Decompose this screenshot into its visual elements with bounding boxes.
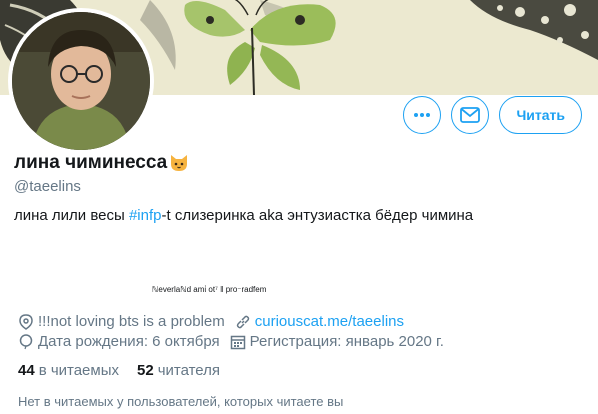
following-count: 44 (18, 362, 35, 379)
link-icon (235, 314, 251, 330)
bio-hashtag-link[interactable]: #infp (129, 207, 162, 224)
followers-you-know: Нет в читаемых у пользователей, которых … (18, 394, 344, 409)
profile-stats: 44 в читаемых 52 читателя (18, 362, 220, 379)
location-pin-icon (18, 313, 34, 330)
bio-text-start: лина лили весы (14, 207, 129, 224)
display-name-row: лина чиминесса (14, 152, 189, 174)
bio-text-end: -t слизеринка aka энтузиастка бёдер чими… (161, 207, 474, 224)
profile-meta-row-2: Дата рождения: 6 октября Регистрация: ян… (18, 333, 444, 350)
message-button[interactable] (451, 96, 490, 134)
profile-meta-row-1: !!!not loving bts is a problem curiousca… (18, 313, 404, 330)
user-handle: @taeelins (14, 178, 81, 195)
following-stat[interactable]: 44 в читаемых (18, 362, 119, 379)
profile-birthday: Дата рождения: 6 октября (38, 333, 220, 350)
profile-join-date: Регистрация: январь 2020 г. (249, 333, 444, 350)
bio-decorative-line: ℕeverlaℕd amἰ ot⁷ ‖ pro⁻radfem (152, 285, 267, 294)
envelope-icon (460, 107, 481, 123)
profile-bio: лина лили весы #infp-t слизеринка aka эн… (14, 207, 473, 224)
calendar-icon (230, 334, 246, 350)
profile-actions: Читать (403, 96, 582, 134)
cat-face-emoji-icon (171, 155, 188, 171)
profile-location: !!!not loving bts is a problem (38, 313, 225, 330)
more-dots-icon (414, 113, 431, 117)
following-label: в читаемых (38, 362, 119, 379)
profile-website-link[interactable]: curiouscat.me/taeelins (255, 313, 404, 330)
avatar-photo (12, 12, 150, 150)
followers-stat[interactable]: 52 читателя (137, 362, 220, 379)
follow-button[interactable]: Читать (499, 96, 582, 134)
followers-label: читателя (157, 362, 221, 379)
balloon-icon (18, 333, 34, 350)
more-options-button[interactable] (403, 96, 442, 134)
display-name: лина чиминесса (14, 152, 168, 173)
followers-count: 52 (137, 362, 154, 379)
profile-avatar[interactable] (8, 8, 154, 154)
